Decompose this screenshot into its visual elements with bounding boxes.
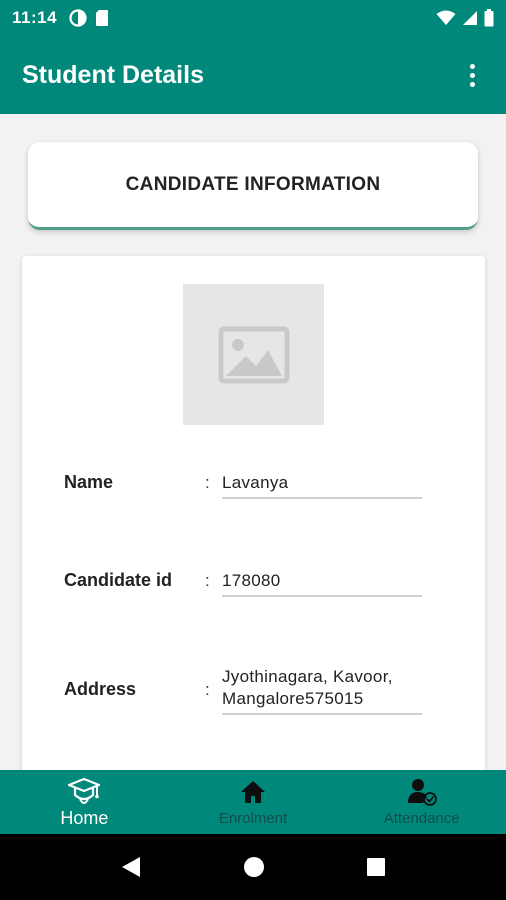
candidate-photo[interactable] <box>183 284 324 425</box>
address-field-row: Address : Jyothinagara, Kavoor, Mangalor… <box>64 666 444 718</box>
dot-icon <box>469 72 475 78</box>
back-icon[interactable] <box>120 855 142 879</box>
status-notification-icons <box>69 9 109 27</box>
address-colon: : <box>205 680 210 699</box>
sd-card-icon <box>96 10 109 26</box>
address-label: Address <box>64 679 137 699</box>
signal-icon <box>463 11 477 25</box>
status-system-icons <box>436 9 494 27</box>
overflow-menu-button[interactable] <box>460 55 484 95</box>
name-label: Name <box>64 472 114 492</box>
nav-item-home[interactable]: Home <box>0 770 169 834</box>
nav-label-home: Home <box>60 808 109 828</box>
home-icon <box>241 781 265 803</box>
app-bar: Student Details <box>0 36 506 114</box>
data-saver-icon <box>69 9 87 27</box>
content-area[interactable]: CANDIDATE INFORMATION Name : Lavanya Can… <box>0 114 506 770</box>
candidate-info-heading: CANDIDATE INFORMATION <box>125 173 381 195</box>
candidate-info-card: Name : Lavanya Candidate id : 178080 Add… <box>22 256 485 770</box>
candidate-id-label: Candidate id <box>64 570 173 590</box>
user-check-icon <box>407 779 437 806</box>
candidate-info-header-card: CANDIDATE INFORMATION <box>28 142 478 230</box>
candidate-id-value[interactable]: 178080 <box>222 570 422 597</box>
image-placeholder-icon <box>218 326 289 383</box>
name-field-row: Name : Lavanya <box>64 470 444 500</box>
address-value[interactable]: Jyothinagara, Kavoor, Mangalore575015 <box>222 666 422 715</box>
page-title: Student Details <box>22 60 204 89</box>
dot-icon <box>469 81 475 87</box>
status-time: 11:14 <box>12 8 58 27</box>
recents-icon[interactable] <box>366 857 386 877</box>
nav-label-attendance: Attendance <box>383 810 460 827</box>
nav-label-enrolment: Enrolment <box>218 810 288 827</box>
dot-icon <box>469 63 475 69</box>
candidate-id-colon: : <box>205 571 210 590</box>
graduation-cap-icon <box>68 777 101 804</box>
candidate-id-field-row: Candidate id : 178080 <box>64 568 444 598</box>
bottom-navigation: Home Enrolment Attendance <box>0 770 506 834</box>
battery-icon <box>484 9 494 27</box>
home-button-icon[interactable] <box>243 856 265 878</box>
nav-item-enrolment[interactable]: Enrolment <box>169 770 338 834</box>
system-navigation-bar <box>0 834 506 900</box>
wifi-icon <box>436 10 456 25</box>
status-bar: 11:14 <box>0 0 506 36</box>
name-colon: : <box>205 473 210 492</box>
name-value[interactable]: Lavanya <box>222 472 422 499</box>
nav-item-attendance[interactable]: Attendance <box>337 770 506 834</box>
